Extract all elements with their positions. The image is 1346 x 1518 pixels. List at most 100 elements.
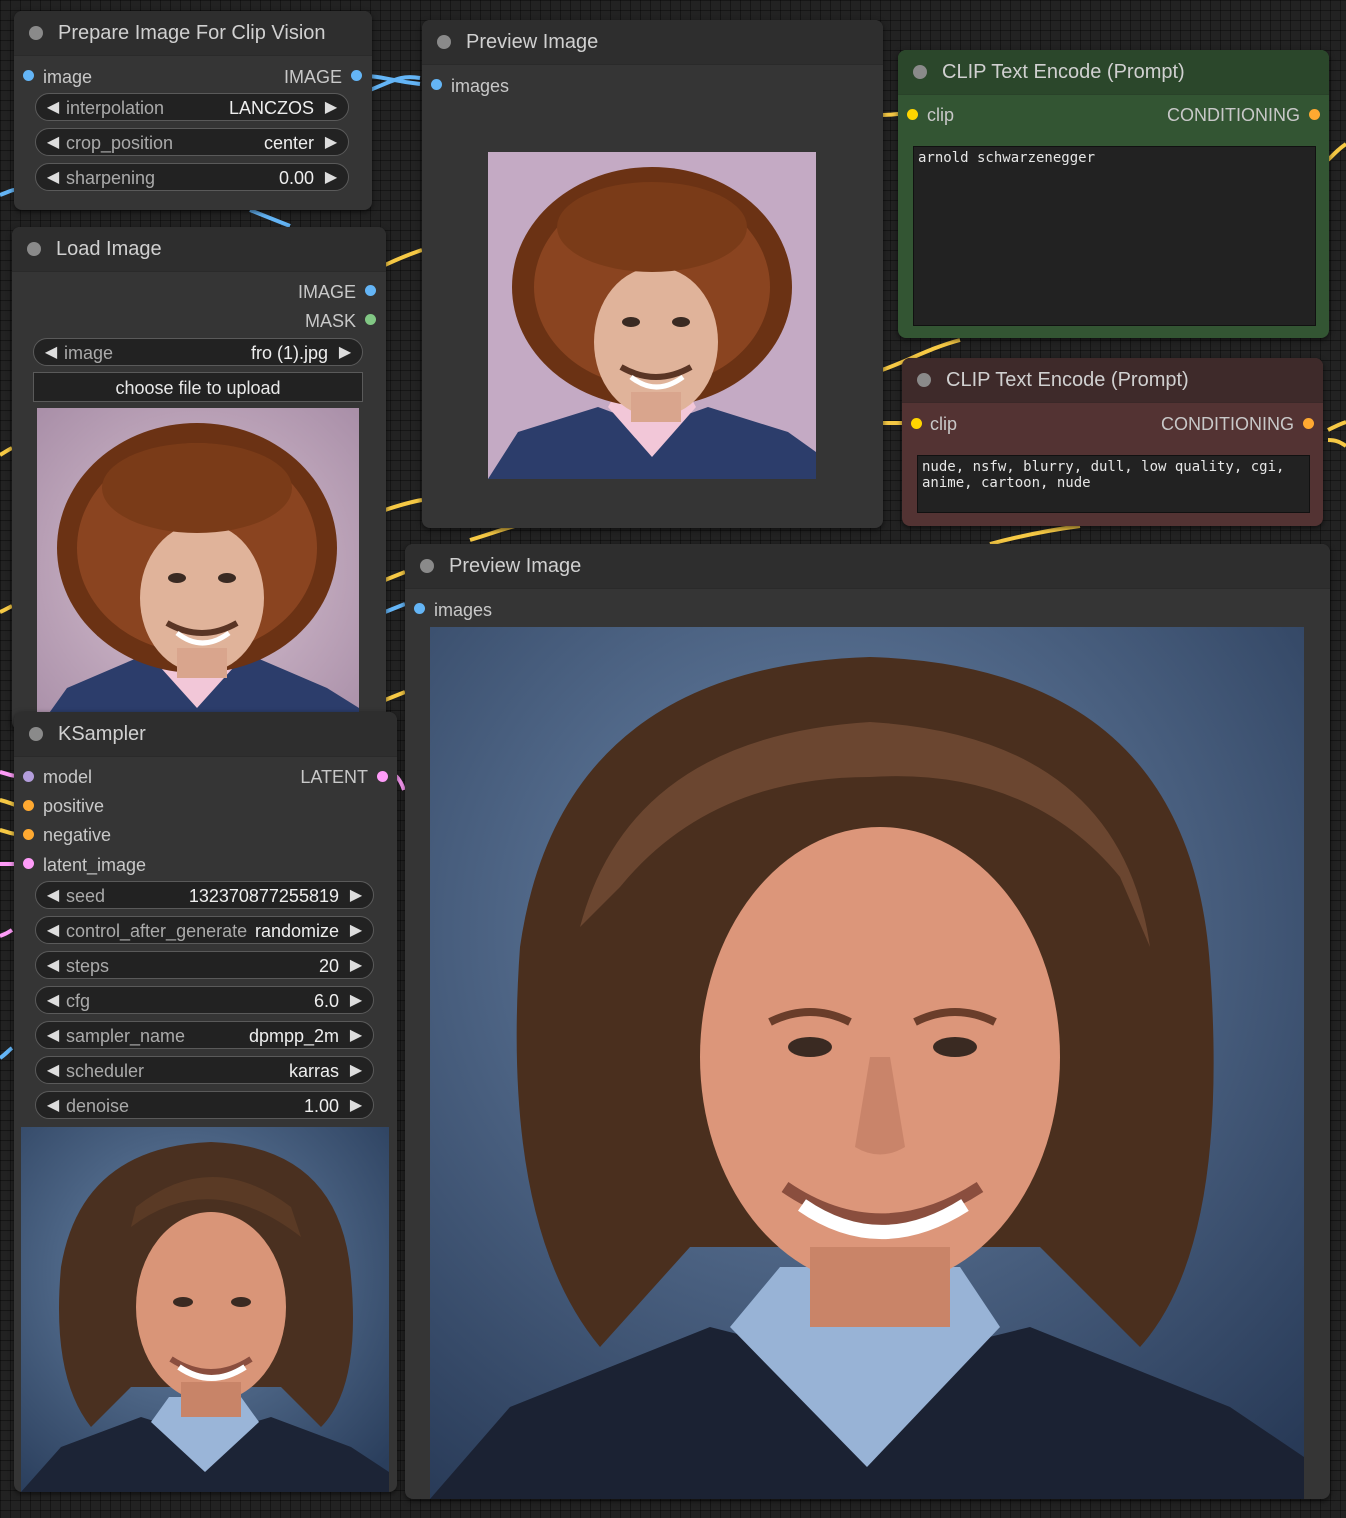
widget-value: 0.00: [278, 168, 314, 188]
decrement-arrow-icon[interactable]: ◀: [42, 164, 64, 192]
collapse-dot-icon[interactable]: [917, 373, 931, 387]
collapse-dot-icon[interactable]: [437, 35, 451, 49]
ksampler-node[interactable]: KSampler model LATENT positive negative …: [14, 712, 397, 1492]
collapse-dot-icon[interactable]: [29, 26, 43, 40]
output-image-label: IMAGE: [297, 282, 356, 302]
widget-value: 1.00: [303, 1096, 339, 1116]
decrement-arrow-icon[interactable]: ◀: [42, 987, 64, 1015]
increment-arrow-icon[interactable]: ▶: [345, 952, 367, 980]
output-latent-socket[interactable]: [377, 771, 388, 782]
node-title: Prepare Image For Clip Vision: [58, 22, 326, 44]
input-images-socket[interactable]: [414, 603, 425, 614]
prompt-textarea[interactable]: nude, nsfw, blurry, dull, low quality, c…: [917, 455, 1310, 513]
collapse-dot-icon[interactable]: [420, 559, 434, 573]
input-model-label: model: [43, 767, 93, 787]
widget-value: karras: [288, 1061, 339, 1081]
upload-button[interactable]: choose file to upload: [33, 372, 363, 402]
seed-widget[interactable]: ◀ seed 132370877255819 ▶: [35, 881, 374, 909]
widget-label: sharpening: [66, 168, 156, 188]
output-latent-label: LATENT: [300, 767, 368, 787]
widget-label: denoise: [66, 1096, 130, 1116]
input-positive-label: positive: [43, 796, 105, 816]
image-file-widget[interactable]: ◀ image fro (1).jpg ▶: [33, 338, 363, 366]
decrement-arrow-icon[interactable]: ◀: [40, 339, 62, 367]
node-title-bar[interactable]: CLIP Text Encode (Prompt): [898, 50, 1329, 95]
clip-text-encode-positive[interactable]: CLIP Text Encode (Prompt) clip CONDITION…: [898, 50, 1329, 338]
decrement-arrow-icon[interactable]: ◀: [42, 1092, 64, 1120]
interpolation-widget[interactable]: ◀ interpolation LANCZOS ▶: [35, 93, 349, 121]
input-clip-socket[interactable]: [911, 418, 922, 429]
increment-arrow-icon[interactable]: ▶: [334, 339, 356, 367]
input-latent-image-label: latent_image: [43, 855, 147, 875]
node-title: Preview Image: [466, 31, 599, 53]
prompt-textarea[interactable]: arnold schwarzenegger: [913, 146, 1316, 326]
node-title: CLIP Text Encode (Prompt): [946, 369, 1189, 391]
widget-value: LANCZOS: [228, 98, 314, 118]
cfg-widget[interactable]: ◀ cfg 6.0 ▶: [35, 986, 374, 1014]
denoise-widget[interactable]: ◀ denoise 1.00 ▶: [35, 1091, 374, 1119]
output-conditioning-socket[interactable]: [1309, 109, 1320, 120]
input-negative-socket[interactable]: [23, 829, 34, 840]
increment-arrow-icon[interactable]: ▶: [345, 1092, 367, 1120]
steps-widget[interactable]: ◀ steps 20 ▶: [35, 951, 374, 979]
preview-image-node-2[interactable]: Preview Image images: [405, 544, 1330, 1499]
input-images-socket[interactable]: [431, 79, 442, 90]
crop-position-widget[interactable]: ◀ crop_position center ▶: [35, 128, 349, 156]
increment-arrow-icon[interactable]: ▶: [345, 882, 367, 910]
decrement-arrow-icon[interactable]: ◀: [42, 882, 64, 910]
decrement-arrow-icon[interactable]: ◀: [42, 952, 64, 980]
prepare-image-node[interactable]: Prepare Image For Clip Vision image IMAG…: [14, 11, 372, 210]
control-after-generate-widget[interactable]: ◀ control_after_generate randomize ▶: [35, 916, 374, 944]
decrement-arrow-icon[interactable]: ◀: [42, 129, 64, 157]
scheduler-widget[interactable]: ◀ scheduler karras ▶: [35, 1056, 374, 1084]
node-title-bar[interactable]: Load Image: [12, 227, 386, 272]
input-positive-socket[interactable]: [23, 800, 34, 811]
widget-value: 6.0: [313, 991, 339, 1011]
preview-image-node-1[interactable]: Preview Image images: [422, 20, 883, 528]
output-conditioning-label: CONDITIONING: [1161, 414, 1294, 434]
increment-arrow-icon[interactable]: ▶: [320, 94, 342, 122]
clip-text-encode-negative[interactable]: CLIP Text Encode (Prompt) clip CONDITION…: [902, 358, 1323, 526]
decrement-arrow-icon[interactable]: ◀: [42, 917, 64, 945]
node-title-bar[interactable]: Preview Image: [405, 544, 1330, 589]
node-title-bar[interactable]: CLIP Text Encode (Prompt): [902, 358, 1323, 403]
output-mask-label: MASK: [304, 311, 356, 331]
node-title-bar[interactable]: KSampler: [14, 712, 397, 757]
output-image-socket[interactable]: [351, 70, 362, 81]
widget-value: 20: [318, 956, 339, 976]
increment-arrow-icon[interactable]: ▶: [320, 164, 342, 192]
output-conditioning-socket[interactable]: [1303, 418, 1314, 429]
widget-label: steps: [66, 956, 110, 976]
node-title: Load Image: [56, 238, 162, 260]
input-model-socket[interactable]: [23, 771, 34, 782]
increment-arrow-icon[interactable]: ▶: [345, 917, 367, 945]
increment-arrow-icon[interactable]: ▶: [345, 1022, 367, 1050]
input-clip-socket[interactable]: [907, 109, 918, 120]
load-image-node[interactable]: Load Image IMAGE MASK ◀ image fro (1).jp…: [12, 227, 386, 730]
widget-label: image: [64, 343, 114, 363]
decrement-arrow-icon[interactable]: ◀: [42, 1057, 64, 1085]
node-title-bar[interactable]: Prepare Image For Clip Vision: [14, 11, 372, 56]
sharpening-widget[interactable]: ◀ sharpening 0.00 ▶: [35, 163, 349, 191]
decrement-arrow-icon[interactable]: ◀: [42, 94, 64, 122]
collapse-dot-icon[interactable]: [27, 242, 41, 256]
decrement-arrow-icon[interactable]: ◀: [42, 1022, 64, 1050]
input-images-label: images: [451, 76, 510, 96]
widget-value: fro (1).jpg: [250, 343, 328, 363]
ksampler-latent-preview: [21, 1127, 389, 1492]
node-title: CLIP Text Encode (Prompt): [942, 61, 1185, 83]
output-image-socket[interactable]: [365, 285, 376, 296]
sampler-name-widget[interactable]: ◀ sampler_name dpmpp_2m ▶: [35, 1021, 374, 1049]
input-latent-image-socket[interactable]: [23, 858, 34, 869]
output-mask-socket[interactable]: [365, 314, 376, 325]
collapse-dot-icon[interactable]: [29, 727, 43, 741]
increment-arrow-icon[interactable]: ▶: [345, 1057, 367, 1085]
increment-arrow-icon[interactable]: ▶: [345, 987, 367, 1015]
collapse-dot-icon[interactable]: [913, 65, 927, 79]
input-clip-label: clip: [930, 414, 958, 434]
widget-label: crop_position: [66, 133, 174, 153]
widget-label: cfg: [66, 991, 91, 1011]
node-title-bar[interactable]: Preview Image: [422, 20, 883, 65]
input-image-socket[interactable]: [23, 70, 34, 81]
increment-arrow-icon[interactable]: ▶: [320, 129, 342, 157]
